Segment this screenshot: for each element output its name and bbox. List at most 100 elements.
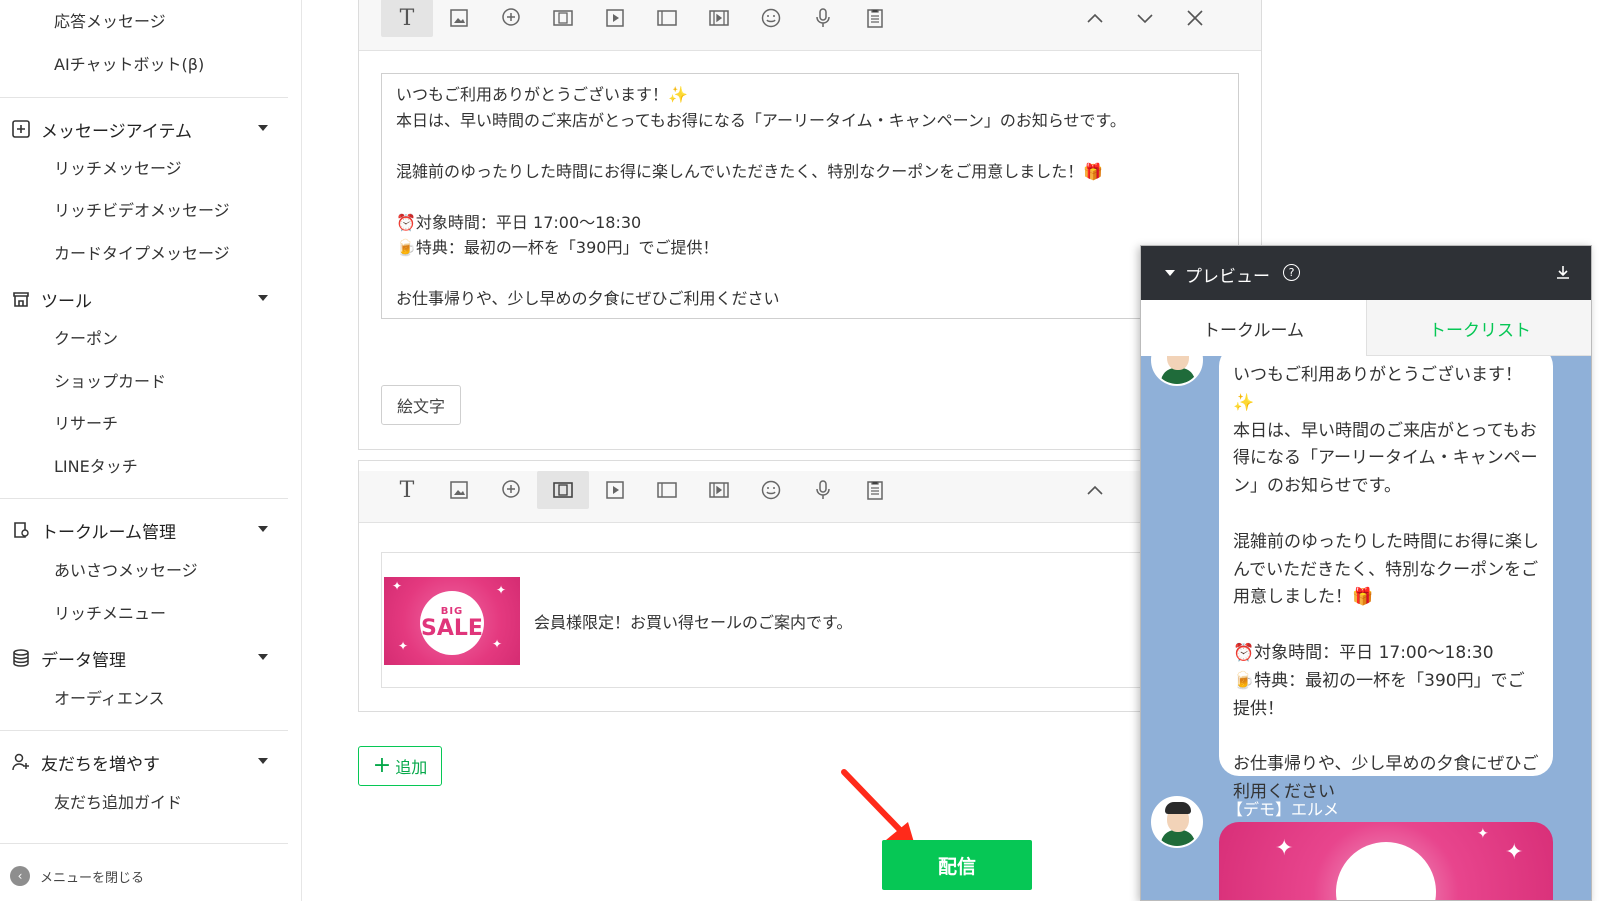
preview-tabs: トークルーム トークリスト <box>1141 300 1591 357</box>
video-type-button[interactable] <box>589 471 641 509</box>
text-type-button[interactable]: T <box>381 471 433 509</box>
sparkle-icon: ✦ <box>1505 840 1524 865</box>
plus-icon: + <box>372 753 392 778</box>
caret-down-icon[interactable] <box>258 295 268 301</box>
text-type-button[interactable]: T <box>381 0 433 37</box>
sidebar-item-audience[interactable]: オーディエンス <box>54 689 165 709</box>
chat-plus-icon <box>502 8 520 26</box>
sidebar-section-label: メッセージアイテム <box>41 121 192 142</box>
preview-panel: プレビュー ? トークルーム トークリスト いつもご利用ありがとうございます！✨… <box>1140 245 1592 901</box>
sparkle-icon: ✦ <box>1477 826 1489 842</box>
stamp-type-button[interactable] <box>485 471 537 509</box>
sidebar-divider <box>0 730 288 731</box>
sidebar-item-rich-video-message[interactable]: リッチビデオメッセージ <box>54 201 230 221</box>
template-type-button[interactable] <box>849 0 901 37</box>
add-message-button[interactable]: + 追加 <box>358 746 442 786</box>
image-icon <box>450 9 468 27</box>
message-textarea[interactable]: いつもご利用ありがとうございます！✨ 本日は、早い時間のご来店がとってもお得にな… <box>381 73 1239 319</box>
rich-message-type-button[interactable] <box>641 0 693 37</box>
chat-settings-icon <box>10 519 32 541</box>
sidebar-section-label: データ管理 <box>41 650 126 671</box>
caret-down-icon[interactable] <box>258 125 268 131</box>
sidebar-item-research[interactable]: リサーチ <box>54 414 118 434</box>
caret-down-icon[interactable] <box>258 654 268 660</box>
sale-burst-shape <box>1336 842 1436 900</box>
sidebar-item-ai-chatbot[interactable]: AIチャットボット(β) <box>54 55 204 75</box>
sidebar-item-card-type-message[interactable]: カードタイプメッセージ <box>54 244 230 264</box>
sale-badge: BIG SALE <box>420 591 484 655</box>
avatar <box>1151 796 1203 848</box>
close-menu-button[interactable]: ‹ メニューを閉じる <box>10 866 144 886</box>
avatar <box>1151 356 1203 386</box>
microphone-icon <box>816 8 830 27</box>
sidebar-item-coupon[interactable]: クーポン <box>54 329 118 349</box>
help-icon[interactable]: ? <box>1283 264 1300 281</box>
image-type-button[interactable] <box>433 471 485 509</box>
rich-message-icon <box>657 10 677 26</box>
tab-talkroom[interactable]: トークルーム <box>1141 300 1367 357</box>
rich-video-type-button[interactable] <box>693 471 745 509</box>
stamp-type-button[interactable] <box>485 0 537 37</box>
sidebar-item-friend-guide[interactable]: 友だち追加ガイド <box>54 793 182 813</box>
video-type-button[interactable] <box>589 0 641 37</box>
rich-message-type-button[interactable] <box>641 471 693 509</box>
rich-message-icon <box>657 482 677 498</box>
sidebar-item-shop-card[interactable]: ショップカード <box>54 372 166 392</box>
text-icon: T <box>399 477 415 503</box>
card-message-icon <box>553 10 573 26</box>
caret-down-icon[interactable] <box>1165 270 1175 276</box>
card-message-item[interactable]: ✦ ✦ ✦ ✦ BIG SALE 会員様限定！お買い得セールのご案内です。 <box>381 552 1181 688</box>
download-icon[interactable] <box>1555 264 1571 284</box>
message-panel-text: T いつもご利用ありがとうございます！✨ 本日は、早い時間のご来店がとってもお得… <box>358 0 1262 450</box>
sidebar-item-greeting[interactable]: あいさつメッセージ <box>54 561 198 581</box>
close-menu-label: メニューを閉じる <box>40 870 145 886</box>
emoji-button[interactable]: 絵文字 <box>381 385 461 425</box>
card-type-button[interactable] <box>537 471 589 509</box>
move-down-button[interactable] <box>1119 0 1171 37</box>
rich-video-type-button[interactable] <box>693 0 745 37</box>
close-icon <box>1187 10 1203 26</box>
move-up-button[interactable] <box>1069 471 1121 509</box>
template-type-button[interactable] <box>849 471 901 509</box>
sidebar-section-tools[interactable]: ツール <box>10 287 280 312</box>
sparkle-icon: ✦ <box>398 639 409 653</box>
sidebar-item-line-touch[interactable]: LINEタッチ <box>54 457 138 477</box>
emoji-type-button[interactable] <box>745 471 797 509</box>
caret-down-icon[interactable] <box>258 526 268 532</box>
sidebar-section-message-items[interactable]: メッセージアイテム <box>10 117 280 142</box>
sidebar-item-rich-menu[interactable]: リッチメニュー <box>54 604 166 624</box>
move-up-button[interactable] <box>1069 0 1121 37</box>
caret-down-icon[interactable] <box>258 758 268 764</box>
sidebar: 応答メッセージ AIチャットボット(β) メッセージアイテム リッチメッセージ … <box>0 0 302 901</box>
image-type-button[interactable] <box>433 0 485 37</box>
chevron-down-icon <box>1137 14 1153 24</box>
sidebar-item-rich-message[interactable]: リッチメッセージ <box>54 159 182 179</box>
film-icon <box>709 10 729 26</box>
sidebar-divider <box>0 843 288 844</box>
sidebar-item-auto-reply[interactable]: 応答メッセージ <box>54 12 166 32</box>
sidebar-section-data[interactable]: データ管理 <box>10 646 280 671</box>
voice-type-button[interactable] <box>797 471 849 509</box>
voice-type-button[interactable] <box>797 0 849 37</box>
sidebar-section-talkroom[interactable]: トークルーム管理 <box>10 518 280 543</box>
add-user-icon <box>10 751 32 773</box>
preview-title: プレビュー <box>1185 267 1270 287</box>
sale-banner-image: ✦ ✦ ✦ ✦ BIG SALE <box>384 577 520 665</box>
sidebar-divider <box>0 498 288 499</box>
preview-header[interactable]: プレビュー ? <box>1141 246 1591 300</box>
sparkle-icon: ✦ <box>1275 836 1294 861</box>
sidebar-section-friends[interactable]: 友だちを増やす <box>10 750 280 775</box>
card-type-button[interactable] <box>537 0 589 37</box>
tab-talklist[interactable]: トークリスト <box>1367 300 1591 356</box>
preview-chat-area: いつもご利用ありがとうございます！✨ 本日は、早い時間のご来店がとってもお得にな… <box>1141 356 1591 900</box>
delete-message-button[interactable] <box>1169 0 1221 37</box>
text-icon: T <box>399 5 415 31</box>
sparkle-icon: ✦ <box>496 583 507 597</box>
video-icon <box>606 481 624 499</box>
plus-square-icon <box>10 118 32 140</box>
database-icon <box>10 647 32 669</box>
film-icon <box>709 482 729 498</box>
emoji-type-button[interactable] <box>745 0 797 37</box>
send-button[interactable]: 配信 <box>882 840 1032 890</box>
sender-name: 【デモ】エルメ <box>1227 800 1340 819</box>
